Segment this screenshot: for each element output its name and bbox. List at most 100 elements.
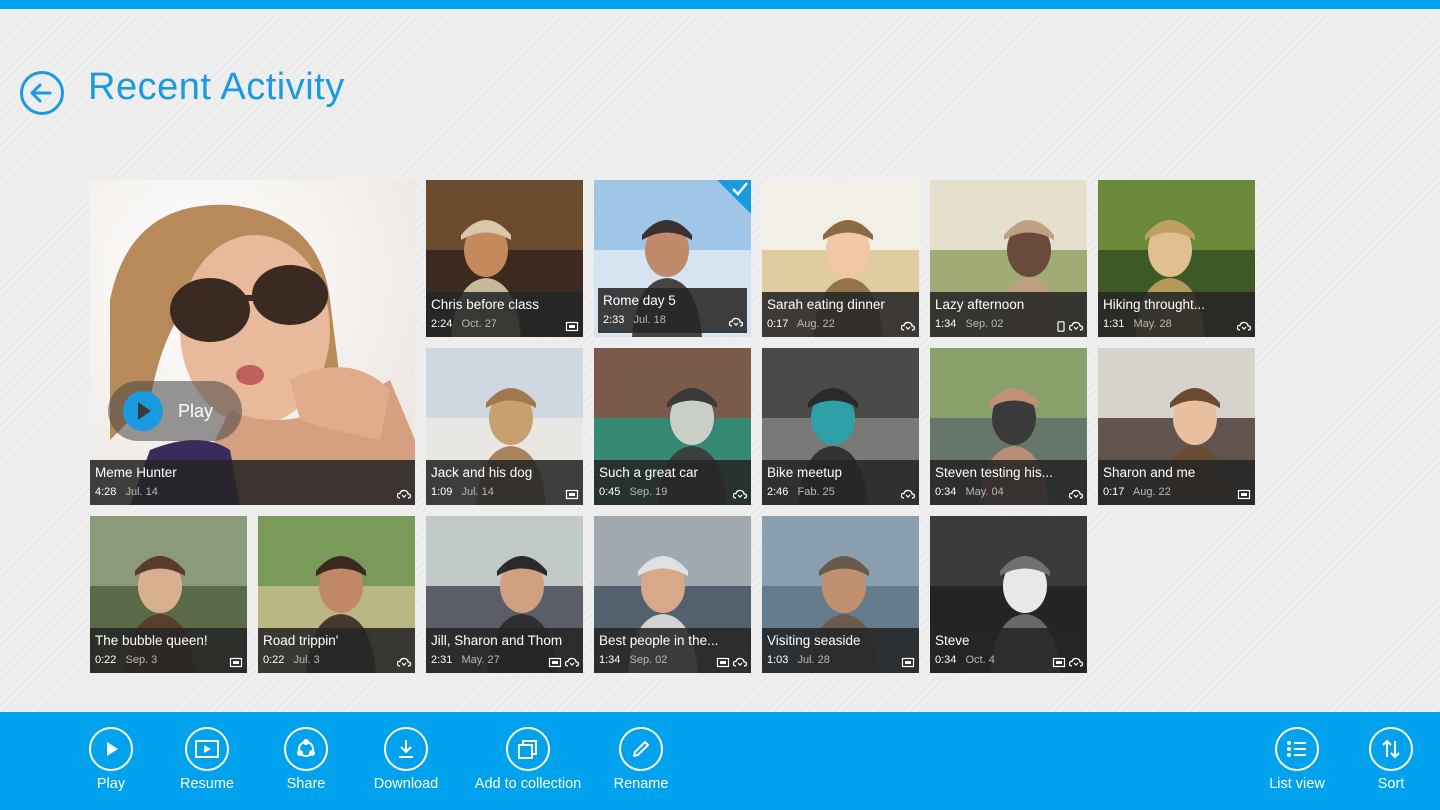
video-duration: 0:17 xyxy=(1103,486,1125,498)
cloud-sync-icon xyxy=(1069,657,1083,667)
resume-button-label: Resume xyxy=(180,776,234,792)
play-icon xyxy=(107,742,118,756)
video-tile[interactable]: Chris before class 2:24 Oct. 27 xyxy=(426,180,583,337)
video-date: May. 04 xyxy=(965,486,1004,498)
video-caption: Sharon and me 0:17 Aug. 22 xyxy=(1098,460,1255,505)
video-tile[interactable]: Lazy afternoon 1:34 Sep. 02 xyxy=(930,180,1087,337)
video-tile[interactable]: Visiting seaside 1:03 Jul. 28 xyxy=(762,516,919,673)
video-tile[interactable]: Such a great car 0:45 Sep. 19 xyxy=(594,348,751,505)
video-duration: 0:34 xyxy=(935,486,957,498)
video-duration: 1:34 xyxy=(935,318,957,330)
video-caption: Sarah eating dinner 0:17 Aug. 22 xyxy=(762,292,919,337)
sort-button[interactable]: Sort xyxy=(1346,712,1436,810)
download-button-label: Download xyxy=(373,776,439,792)
video-tile[interactable]: The bubble queen! 0:22 Sep. 3 xyxy=(90,516,247,673)
play-featured-button[interactable]: Play xyxy=(108,381,242,441)
video-caption: Road trippin' 0:22 Jul. 3 xyxy=(258,628,415,673)
video-caption: Best people in the... 1:34 Sep. 02 xyxy=(594,628,751,673)
sort-button-ring xyxy=(1369,727,1413,771)
video-duration: 1:34 xyxy=(599,654,621,666)
download-icon xyxy=(399,740,413,758)
video-date: Jul. 3 xyxy=(293,654,320,666)
sort-button-label: Sort xyxy=(1377,776,1405,792)
video-thumbnail xyxy=(90,180,415,505)
video-tile[interactable]: Best people in the... 1:34 Sep. 02 xyxy=(594,516,751,673)
video-file-icon xyxy=(901,657,915,668)
play-circle xyxy=(123,391,163,431)
video-date: Jul. 18 xyxy=(633,314,666,326)
video-caption: Hiking throught... 1:31 May. 28 xyxy=(1098,292,1255,337)
video-title: Such a great car xyxy=(599,465,699,480)
rename-button[interactable]: Rename xyxy=(596,712,686,810)
video-duration: 0:17 xyxy=(767,318,789,330)
list-view-button[interactable]: List view xyxy=(1252,712,1342,810)
cloud-sync-icon xyxy=(397,489,411,499)
resume-button[interactable]: Resume xyxy=(162,712,252,810)
page-title: Recent Activity xyxy=(88,66,345,108)
featured-video-tile[interactable]: Meme Hunter 4:28 Jul. 14 xyxy=(90,180,415,505)
phone-icon xyxy=(1057,321,1065,332)
cloud-sync-icon xyxy=(901,321,915,331)
video-tile[interactable]: Sarah eating dinner 0:17 Aug. 22 xyxy=(762,180,919,337)
back-button[interactable] xyxy=(20,71,64,115)
video-tile[interactable]: Steven testing his... 0:34 May. 04 xyxy=(930,348,1087,505)
share-button[interactable]: Share xyxy=(261,712,351,810)
video-title: Road trippin' xyxy=(263,633,339,648)
checkmark-icon xyxy=(732,182,748,196)
video-tile[interactable]: Rome day 5 2:33 Jul. 18 xyxy=(594,180,751,337)
video-date: Sep. 3 xyxy=(125,654,158,666)
video-date: Jul. 28 xyxy=(797,654,830,666)
add-to-collection-button[interactable]: Add to collection xyxy=(466,712,590,810)
video-date: Sep. 02 xyxy=(965,318,1004,330)
video-tile[interactable]: Hiking throught... 1:31 May. 28 xyxy=(1098,180,1255,337)
share-button-ring xyxy=(284,727,328,771)
video-title: The bubble queen! xyxy=(95,633,208,648)
video-caption: Lazy afternoon 1:34 Sep. 02 xyxy=(930,292,1087,337)
add-to-collection-button-label: Add to collection xyxy=(474,776,582,792)
video-duration: 4:28 xyxy=(95,486,117,498)
cloud-sync-icon xyxy=(397,657,411,667)
video-caption: Steven testing his... 0:34 May. 04 xyxy=(930,460,1087,505)
video-duration: 0:45 xyxy=(599,486,621,498)
video-title: Steve xyxy=(935,633,970,648)
video-title: Best people in the... xyxy=(599,633,719,648)
video-title: Rome day 5 xyxy=(603,293,676,308)
video-duration: 2:33 xyxy=(603,314,625,326)
video-caption: Rome day 5 2:33 Jul. 18 xyxy=(598,288,747,333)
video-title: Visiting seaside xyxy=(767,633,861,648)
app-bar: Play Resume Share Download Add to collec… xyxy=(0,712,1440,810)
video-caption: Steve 0:34 Oct. 4 xyxy=(930,628,1087,673)
video-tile[interactable]: Sharon and me 0:17 Aug. 22 xyxy=(1098,348,1255,505)
video-file-icon xyxy=(229,657,243,668)
video-tile[interactable]: Jack and his dog 1:09 Jul. 14 xyxy=(426,348,583,505)
video-duration: 2:31 xyxy=(431,654,453,666)
video-tile[interactable]: Jill, Sharon and Thom 2:31 May. 27 xyxy=(426,516,583,673)
video-duration: 2:46 xyxy=(767,486,789,498)
video-title: Jack and his dog xyxy=(431,465,533,480)
sort-icon xyxy=(1382,739,1400,759)
video-tile[interactable]: Road trippin' 0:22 Jul. 3 xyxy=(258,516,415,673)
download-button[interactable]: Download xyxy=(361,712,451,810)
video-caption: Jill, Sharon and Thom 2:31 May. 27 xyxy=(426,628,583,673)
video-tile[interactable]: Steve 0:34 Oct. 4 xyxy=(930,516,1087,673)
list-view-button-label: List view xyxy=(1269,776,1325,792)
cloud-sync-icon xyxy=(1237,321,1251,331)
video-tile[interactable]: Bike meetup 2:46 Fab. 25 xyxy=(762,348,919,505)
video-file-icon xyxy=(1237,489,1251,500)
play-icon xyxy=(138,402,151,420)
play-button[interactable]: Play xyxy=(66,712,156,810)
video-title: Lazy afternoon xyxy=(935,297,1025,312)
play-button-label: Play xyxy=(96,776,126,792)
video-title: Sharon and me xyxy=(1103,465,1196,480)
video-title: Meme Hunter xyxy=(95,465,177,480)
download-button-ring xyxy=(384,727,428,771)
resume-icon xyxy=(195,740,219,758)
video-duration: 1:09 xyxy=(431,486,453,498)
video-title: Hiking throught... xyxy=(1103,297,1206,312)
share-icon xyxy=(297,739,315,757)
rename-button-label: Rename xyxy=(613,776,669,792)
video-caption: Such a great car 0:45 Sep. 19 xyxy=(594,460,751,505)
video-title: Steven testing his... xyxy=(935,465,1053,480)
video-caption: Meme Hunter 4:28 Jul. 14 xyxy=(90,460,415,505)
video-duration: 0:22 xyxy=(95,654,117,666)
